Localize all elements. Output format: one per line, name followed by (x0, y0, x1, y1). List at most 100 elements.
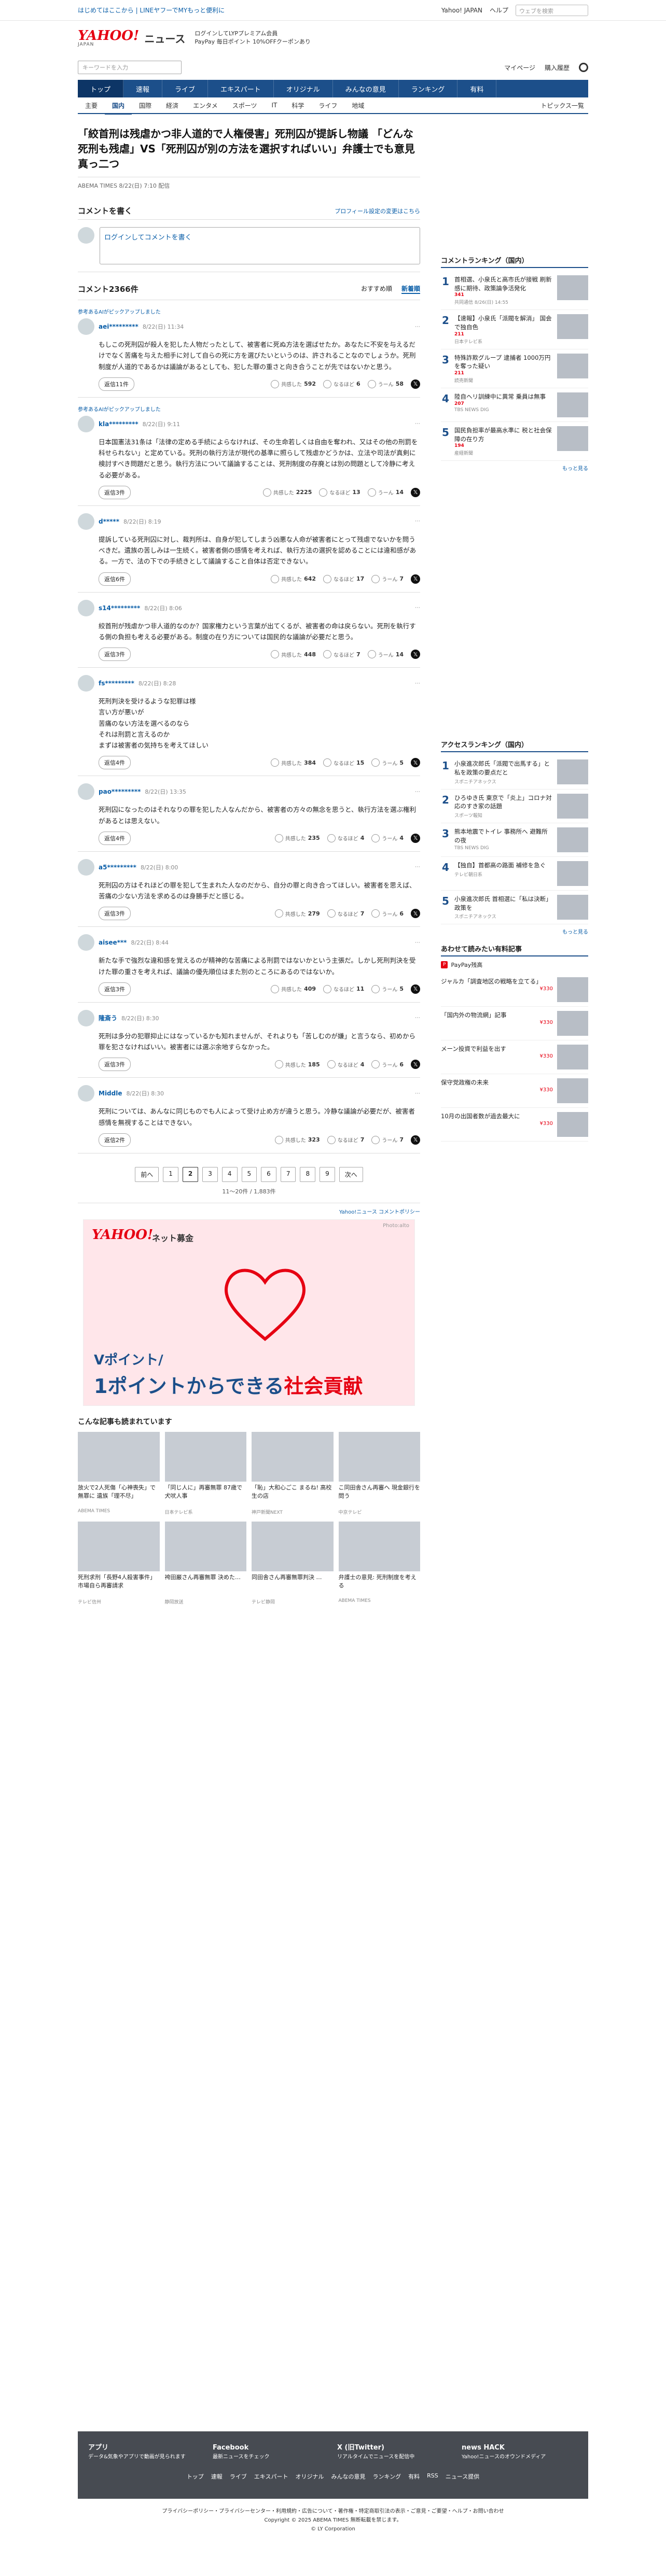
nav-expert[interactable]: エキスパート (208, 80, 274, 97)
reply-button[interactable]: 返信3件 (99, 647, 131, 661)
ranking-item[interactable]: 3 熊本地震でトイレ 事務所へ 避難所の夜 TBS NEWS DIG (441, 823, 588, 857)
reaction-empathy-button[interactable]: 共感した 279 (274, 909, 320, 918)
promo-banner[interactable]: ログインしてLYPプレミアム会員 PayPay 毎日ポイント 10%OFFクーポ… (195, 30, 311, 47)
reply-button[interactable]: 返信3件 (99, 907, 131, 921)
web-search-input[interactable]: ウェブを検索 (516, 4, 588, 16)
more-icon[interactable]: ⋯ (415, 324, 420, 330)
pager-page-8[interactable]: 8 (300, 1166, 316, 1182)
sort-newest[interactable]: 新着順 (401, 284, 420, 294)
pager-page-7[interactable]: 7 (280, 1166, 296, 1182)
comment-user[interactable]: Middle (99, 1090, 122, 1097)
purchase-history-link[interactable]: 購入履歴 (545, 63, 570, 72)
ranking-item[interactable]: 4 陸自ヘリ訓練中に異常 乗員は無事 207 TBS NEWS DIG (441, 388, 588, 423)
recommend-card[interactable]: 死刑求刑「長野4人殺害事件」市場自ら再審請求 テレビ信州 (78, 1521, 160, 1605)
paid-article-item[interactable]: 保守党政権の未来 ¥330 (441, 1074, 588, 1108)
subnav-life[interactable]: ライフ (311, 101, 344, 110)
reply-button[interactable]: 返信2件 (99, 1133, 131, 1147)
footer-col[interactable]: X (旧Twitter) リアルタイムでニュースを配信中 (337, 2443, 446, 2461)
ranking-item[interactable]: 5 国民負担率が最高水準に 税と社会保障の在り方 194 産経新聞 (441, 422, 588, 461)
comment-policy-link[interactable]: Yahoo!ニュース コメントポリシー (78, 1203, 420, 1219)
article-title[interactable]: 「絞首刑は残虐かつ非人道的で人権侵害」死刑囚が提訴し物議 「どんな死刑も残虐」V… (78, 120, 420, 177)
reaction-empathy-button[interactable]: 共感した 384 (271, 758, 316, 767)
reply-button[interactable]: 返信4件 (99, 831, 131, 845)
x-share-icon[interactable]: 𝕏 (411, 487, 420, 497)
more-icon[interactable]: ⋯ (415, 864, 420, 870)
reply-button[interactable]: 返信3件 (99, 1058, 131, 1072)
footer-link[interactable]: エキスパート (254, 2472, 288, 2481)
ranking-item[interactable]: 4 【独自】首都高の路面 補修を急ぐ テレビ朝日系 (441, 857, 588, 891)
reply-button[interactable]: 返信3件 (99, 982, 131, 996)
subnav-science[interactable]: 科学 (284, 101, 311, 110)
gear-icon[interactable] (579, 63, 588, 72)
recommend-card[interactable]: 袴田巌さん再審無罪 決めた… 静岡放送 (164, 1521, 246, 1605)
paid-article-item[interactable]: 「国内外の物流網」記事 ¥330 (441, 1007, 588, 1041)
reaction-empathy-button[interactable]: 共感した 409 (271, 984, 316, 993)
reaction-understand-button[interactable]: なるほど 13 (319, 488, 360, 497)
ranking-item[interactable]: 3 特殊詐欺グループ 逮捕者 1000万円を奪った疑い 211 読売新聞 (441, 349, 588, 389)
recommend-card[interactable]: 弁護士の意見: 死刑制度を考える ABEMA TIMES (338, 1521, 420, 1605)
more-icon[interactable]: ⋯ (415, 1091, 420, 1096)
pager-page-1[interactable]: 1 (163, 1166, 178, 1182)
reaction-understand-button[interactable]: なるほど 4 (327, 1060, 364, 1069)
paid-article-item[interactable]: 10月の出国者数が過去最大に ¥330 (441, 1108, 588, 1142)
pager-next[interactable]: 次へ (339, 1166, 363, 1182)
comment-user[interactable]: aei********* (99, 323, 138, 330)
reaction-hmm-button[interactable]: うーん 4 (371, 834, 404, 842)
footer-link[interactable]: オリジナル (295, 2472, 324, 2481)
nav-paid[interactable]: 有料 (457, 80, 497, 97)
footer-col[interactable]: news HACK Yahoo!ニュースのオウンドメディア (462, 2443, 571, 2461)
more-icon[interactable]: ⋯ (415, 421, 420, 427)
comment-user[interactable]: aisee*** (99, 939, 127, 946)
ranking-item[interactable]: 1 首相選、小泉氏と高市氏が接戦 刷新感に期待、政策論争活発化 341 共同通信 8/… (441, 271, 588, 311)
comment-input[interactable]: ログインしてコメントを書く (100, 227, 420, 264)
footer-link[interactable]: みんなの意見 (331, 2472, 365, 2481)
help-link[interactable]: ヘルプ (490, 6, 508, 15)
comment-user[interactable]: 隆斎う (99, 1013, 117, 1022)
nav-live[interactable]: ライブ (162, 80, 209, 97)
subnav-world[interactable]: 国際 (132, 101, 159, 110)
pager-page-5[interactable]: 5 (241, 1166, 257, 1182)
more-icon[interactable]: ⋯ (415, 940, 420, 946)
pager-page-4[interactable]: 4 (221, 1166, 238, 1182)
profile-settings-link[interactable]: プロフィール設定の変更はこちら (335, 207, 420, 215)
reaction-hmm-button[interactable]: うーん 5 (371, 984, 404, 993)
reaction-understand-button[interactable]: なるほど 6 (323, 379, 360, 388)
subnav-economy[interactable]: 経済 (159, 101, 186, 110)
reaction-empathy-button[interactable]: 共感した 642 (271, 574, 316, 583)
topics-list-link[interactable]: トピックス一覧 (540, 101, 588, 110)
reaction-empathy-button[interactable]: 共感した 2225 (262, 488, 312, 497)
footer-link[interactable]: ライブ (230, 2472, 247, 2481)
reaction-understand-button[interactable]: なるほど 7 (327, 909, 364, 918)
reaction-empathy-button[interactable]: 共感した 448 (271, 650, 316, 658)
access-more-link[interactable]: もっと見る (441, 924, 588, 944)
x-share-icon[interactable]: 𝕏 (411, 833, 420, 843)
nav-top[interactable]: トップ (78, 80, 124, 97)
ranking-item[interactable]: 2 【速報】小泉氏「派閥を解消」 国会で独自色 211 日本テレビ系 (441, 310, 588, 349)
recommend-card[interactable]: こ同田舎さん再審へ 現金銀行を問う 中京テレビ (338, 1431, 420, 1515)
reaction-empathy-button[interactable]: 共感した 185 (274, 1060, 320, 1069)
reply-button[interactable]: 返信3件 (99, 485, 131, 499)
footer-link[interactable]: 速報 (211, 2472, 223, 2481)
x-share-icon[interactable]: 𝕏 (411, 650, 420, 659)
recommend-card[interactable]: 放火で2人死傷「心神喪失」で無罪に 遺族「理不尽」 ABEMA TIMES (78, 1431, 160, 1515)
more-icon[interactable]: ⋯ (415, 605, 420, 611)
reaction-hmm-button[interactable]: うーん 58 (367, 379, 404, 388)
footer-link[interactable]: ランキング (372, 2472, 401, 2481)
reaction-empathy-button[interactable]: 共感した 592 (271, 379, 316, 388)
footer-link[interactable]: ニュース提供 (446, 2472, 479, 2481)
footer-col[interactable]: アプリ データ&気象やアプリで動画が見られます (88, 2443, 197, 2461)
service-name[interactable]: ニュース (144, 31, 185, 46)
reply-button[interactable]: 返信11件 (99, 377, 134, 391)
sort-recommended[interactable]: おすすめ順 (361, 284, 392, 294)
nav-original[interactable]: オリジナル (274, 80, 333, 97)
mypage-link[interactable]: マイページ (504, 63, 535, 72)
nav-opinion[interactable]: みんなの意見 (333, 80, 399, 97)
more-icon[interactable]: ⋯ (415, 1015, 420, 1021)
yahoo-japan-link[interactable]: Yahoo! JAPAN (441, 7, 482, 14)
news-search-input[interactable]: キーワードを入力 (78, 61, 182, 74)
footer-link[interactable]: 有料 (408, 2472, 420, 2481)
more-icon[interactable]: ⋯ (415, 518, 420, 524)
recommend-card[interactable]: 同田舎さん再審無罪判決 … テレビ静岡 (252, 1521, 334, 1605)
comment-user[interactable]: s14********* (99, 604, 140, 612)
donation-banner[interactable]: YAHOO! ネット募金 Photo:alto Vポイント/ 1ポイントからでき… (83, 1219, 415, 1406)
